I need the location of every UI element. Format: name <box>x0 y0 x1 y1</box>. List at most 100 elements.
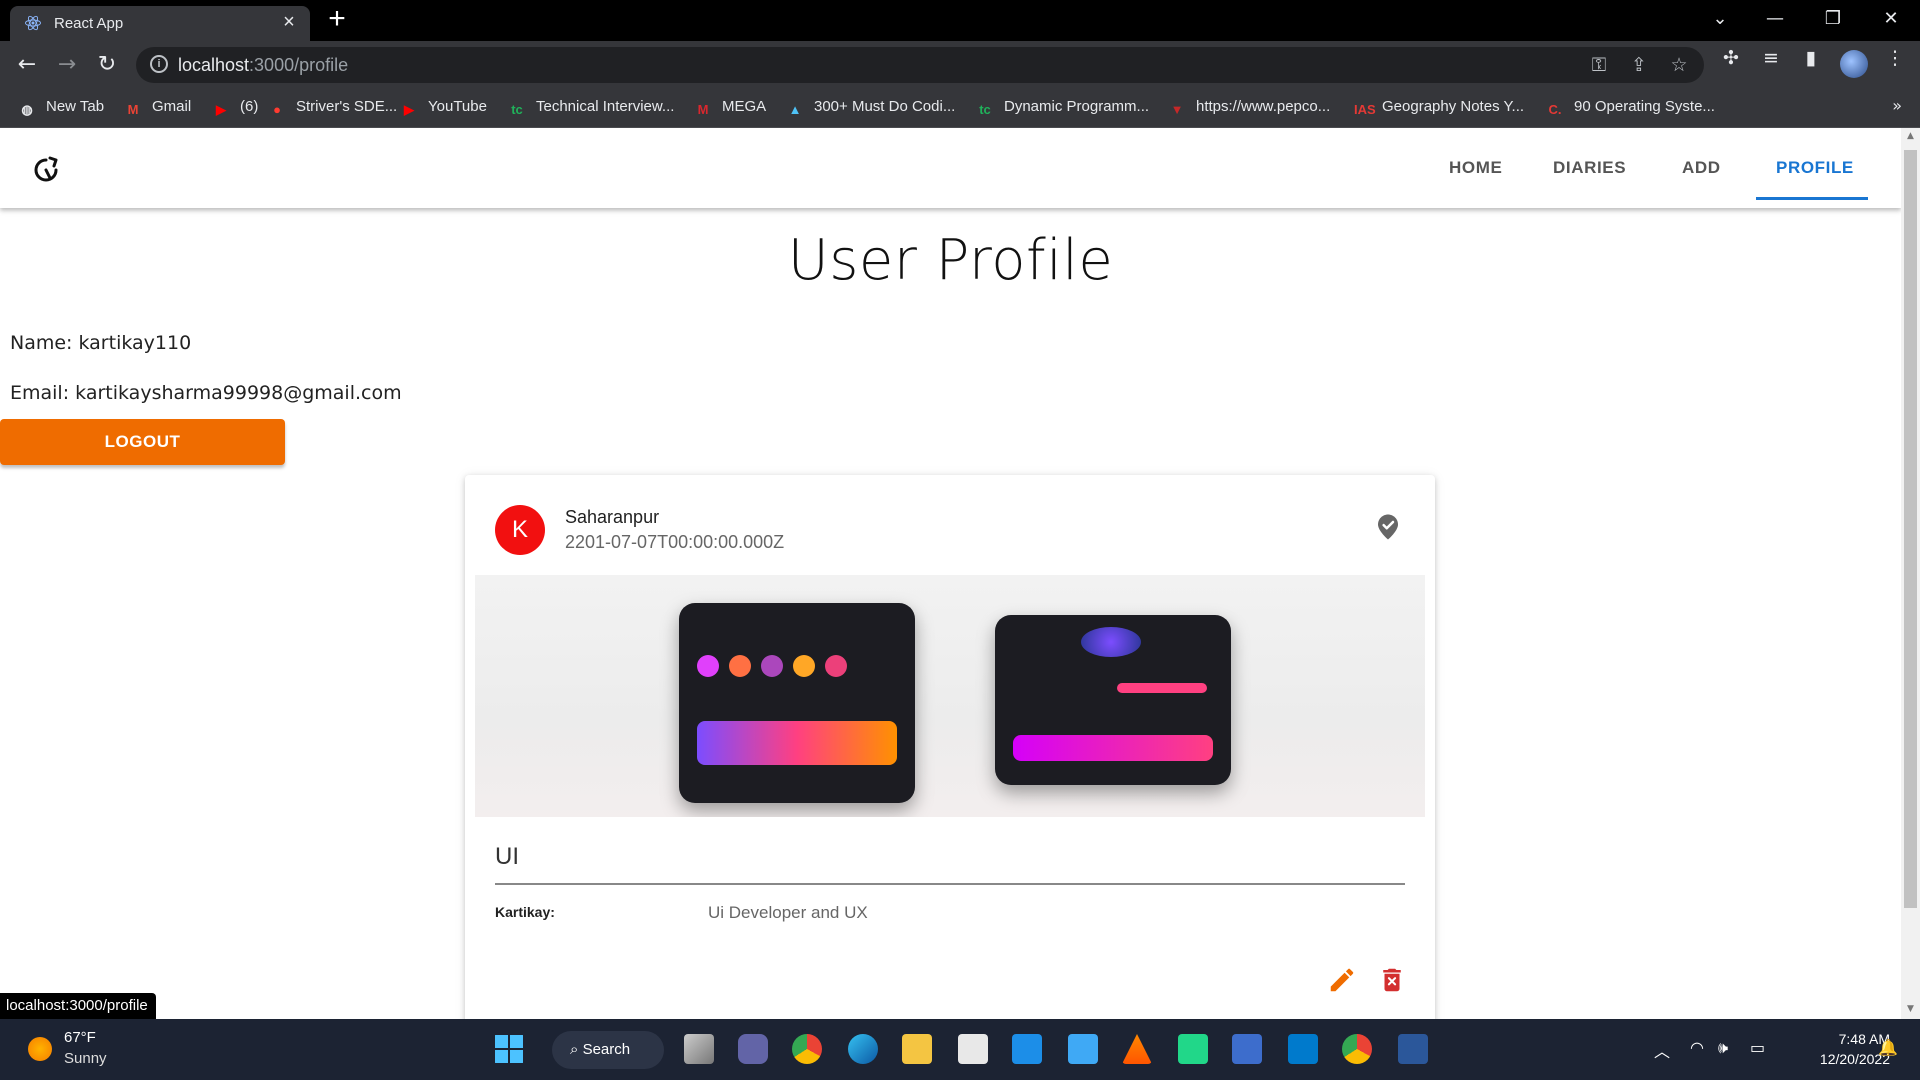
nav-tab-profile[interactable]: PROFILE <box>1776 158 1854 178</box>
bookmark-label: New Tab <box>46 98 105 115</box>
cap-icon: ▼ <box>1170 102 1184 117</box>
browser-toolbar: ← → ↻ i localhost:3000/profile ⚿ ⇪ ☆ ✣ ≡… <box>0 41 1920 88</box>
reload-icon[interactable]: ↻ <box>92 50 122 80</box>
scrollbar-thumb[interactable] <box>1904 150 1917 908</box>
media-queue-icon[interactable]: ≡ <box>1758 47 1784 69</box>
card-date: 2201-07-07T00:00:00.000Z <box>565 532 785 552</box>
bookmark-item[interactable]: ▼ https://www.pepco... <box>1168 98 1331 118</box>
bookmark-label: https://www.pepco... <box>1196 98 1331 115</box>
store-icon[interactable] <box>958 1034 988 1064</box>
site-info-icon[interactable]: i <box>150 55 168 73</box>
globe-icon: ◍ <box>21 102 33 117</box>
side-panel-icon[interactable]: ▮ <box>1798 47 1824 69</box>
card-title: UI <box>495 843 519 870</box>
volume-icon[interactable]: 🕪 <box>1718 1038 1728 1058</box>
devcpp-icon[interactable] <box>1232 1034 1262 1064</box>
app-logo-icon[interactable] <box>30 154 62 186</box>
active-tab-indicator <box>1756 197 1868 200</box>
mail-icon[interactable] <box>1012 1034 1042 1064</box>
bookmark-item[interactable]: tc Dynamic Programm... <box>976 98 1149 118</box>
bookmark-label: (6) <box>240 98 259 115</box>
restore-icon[interactable]: ❐ <box>1818 8 1848 29</box>
logout-button[interactable]: LOGOUT <box>0 419 285 465</box>
bookmark-item[interactable]: ▲ 300+ Must Do Codi... <box>786 98 956 118</box>
taskbar-search[interactable]: ⌕ Search <box>552 1031 664 1069</box>
profile-avatar-icon[interactable] <box>1840 50 1868 78</box>
minimize-icon[interactable]: — <box>1760 8 1790 29</box>
youtube-icon: ▶ <box>216 102 226 117</box>
bookmarks-more-button[interactable]: » <box>1892 96 1902 115</box>
bookmark-item[interactable]: C. 90 Operating Syste... <box>1546 98 1715 118</box>
vscode-icon[interactable] <box>1288 1034 1318 1064</box>
bookmark-item[interactable]: M MEGA <box>694 98 767 118</box>
card-image <box>475 575 1425 817</box>
bookmarks-bar: » ◍ New Tab M Gmail ▶ (6) ● Striver's SDE... ▶ Yo… <box>0 88 1920 128</box>
nav-tab-home[interactable]: HOME <box>1449 158 1502 178</box>
share-icon[interactable]: ⇪ <box>1626 54 1652 76</box>
page-viewport: HOME DIARIES ADD PROFILE User Profile Na… <box>0 128 1901 1019</box>
pycharm-icon[interactable] <box>1178 1034 1208 1064</box>
browser-tab[interactable]: React App × <box>10 6 310 41</box>
chrome-profile-icon[interactable] <box>1342 1034 1372 1064</box>
weather-desc[interactable]: Sunny <box>64 1050 107 1067</box>
nav-tab-diaries[interactable]: DIARIES <box>1553 158 1626 178</box>
card-divider <box>495 883 1405 885</box>
bookmark-label: MEGA <box>722 98 767 115</box>
profile-email: Email: kartikaysharma99998@gmail.com <box>10 382 402 404</box>
file-explorer-icon[interactable] <box>902 1034 932 1064</box>
window-close-icon[interactable]: ✕ <box>1876 8 1906 29</box>
c-icon: C. <box>1548 102 1562 117</box>
delete-icon[interactable] <box>1377 965 1407 995</box>
bookmark-item[interactable]: tc Technical Interview... <box>508 98 674 118</box>
notification-icon[interactable]: 🔔 <box>1878 1038 1898 1057</box>
scroll-down-icon[interactable]: ▼ <box>1904 1004 1917 1014</box>
profile-name: Name: kartikay110 <box>10 332 192 354</box>
chrome-icon[interactable] <box>792 1034 822 1064</box>
bookmark-label: 300+ Must Do Codi... <box>814 98 956 115</box>
card-author-label: Kartikay: <box>495 904 555 920</box>
bookmark-star-icon[interactable]: ☆ <box>1666 54 1692 76</box>
tab-search-icon[interactable]: ⌄ <box>1705 8 1735 29</box>
avatar: K <box>495 505 545 555</box>
taskbar-clock[interactable]: 7:48 AM 12/20/2022 <box>1790 1029 1890 1069</box>
bookmark-item[interactable]: IAS Geography Notes Y... <box>1354 98 1524 118</box>
youtube-icon: ▶ <box>404 102 414 117</box>
task-view-icon[interactable] <box>684 1034 714 1064</box>
tray-chevron-icon[interactable]: ︿ <box>1654 1038 1670 1062</box>
bookmark-item[interactable]: M Gmail <box>124 98 192 118</box>
mega-icon: M <box>697 102 709 117</box>
new-tab-button[interactable]: + <box>322 4 352 34</box>
wifi-icon[interactable]: ◠ <box>1690 1038 1704 1057</box>
bookmark-label: Dynamic Programm... <box>1004 98 1150 115</box>
teams-chat-icon[interactable] <box>738 1034 768 1064</box>
word-icon[interactable] <box>1398 1034 1428 1064</box>
react-icon <box>25 15 41 31</box>
extensions-icon[interactable]: ✣ <box>1718 47 1744 69</box>
key-icon[interactable]: ⚿ <box>1586 54 1612 76</box>
url-text: localhost:3000/profile <box>178 55 349 75</box>
weather-temp[interactable]: 67°F <box>64 1029 96 1046</box>
bookmark-item[interactable]: ▶ (6) <box>212 98 258 118</box>
tab-close-icon[interactable]: × <box>278 11 300 33</box>
nav-tab-add[interactable]: ADD <box>1682 158 1721 178</box>
phone-mockup-right <box>995 615 1231 785</box>
weather-sun-icon[interactable] <box>28 1037 52 1061</box>
bookmark-item[interactable]: ▶ YouTube <box>400 98 487 118</box>
address-bar[interactable]: i localhost:3000/profile ⚿ ⇪ ☆ <box>136 47 1704 83</box>
edit-icon[interactable] <box>1327 965 1357 995</box>
windows-start-icon[interactable] <box>494 1034 524 1064</box>
edge-icon[interactable] <box>848 1034 878 1064</box>
tab-title: React App <box>54 15 124 32</box>
battery-icon[interactable]: ▭ <box>1750 1038 1765 1057</box>
gmail-icon: M <box>127 102 139 117</box>
back-icon[interactable]: ← <box>12 50 42 80</box>
vlc-icon[interactable] <box>1122 1034 1152 1064</box>
forward-icon[interactable]: → <box>52 50 82 80</box>
app-header: HOME DIARIES ADD PROFILE <box>0 128 1901 208</box>
scroll-up-icon[interactable]: ▲ <box>1904 131 1917 141</box>
bookmark-item[interactable]: ● Striver's SDE... <box>268 98 397 118</box>
menu-icon[interactable]: ⋮ <box>1882 47 1908 69</box>
tab-strip: React App × + ⌄ — ❐ ✕ <box>0 0 1920 41</box>
remote-desktop-icon[interactable] <box>1068 1034 1098 1064</box>
bookmark-item[interactable]: ◍ New Tab <box>18 98 104 118</box>
